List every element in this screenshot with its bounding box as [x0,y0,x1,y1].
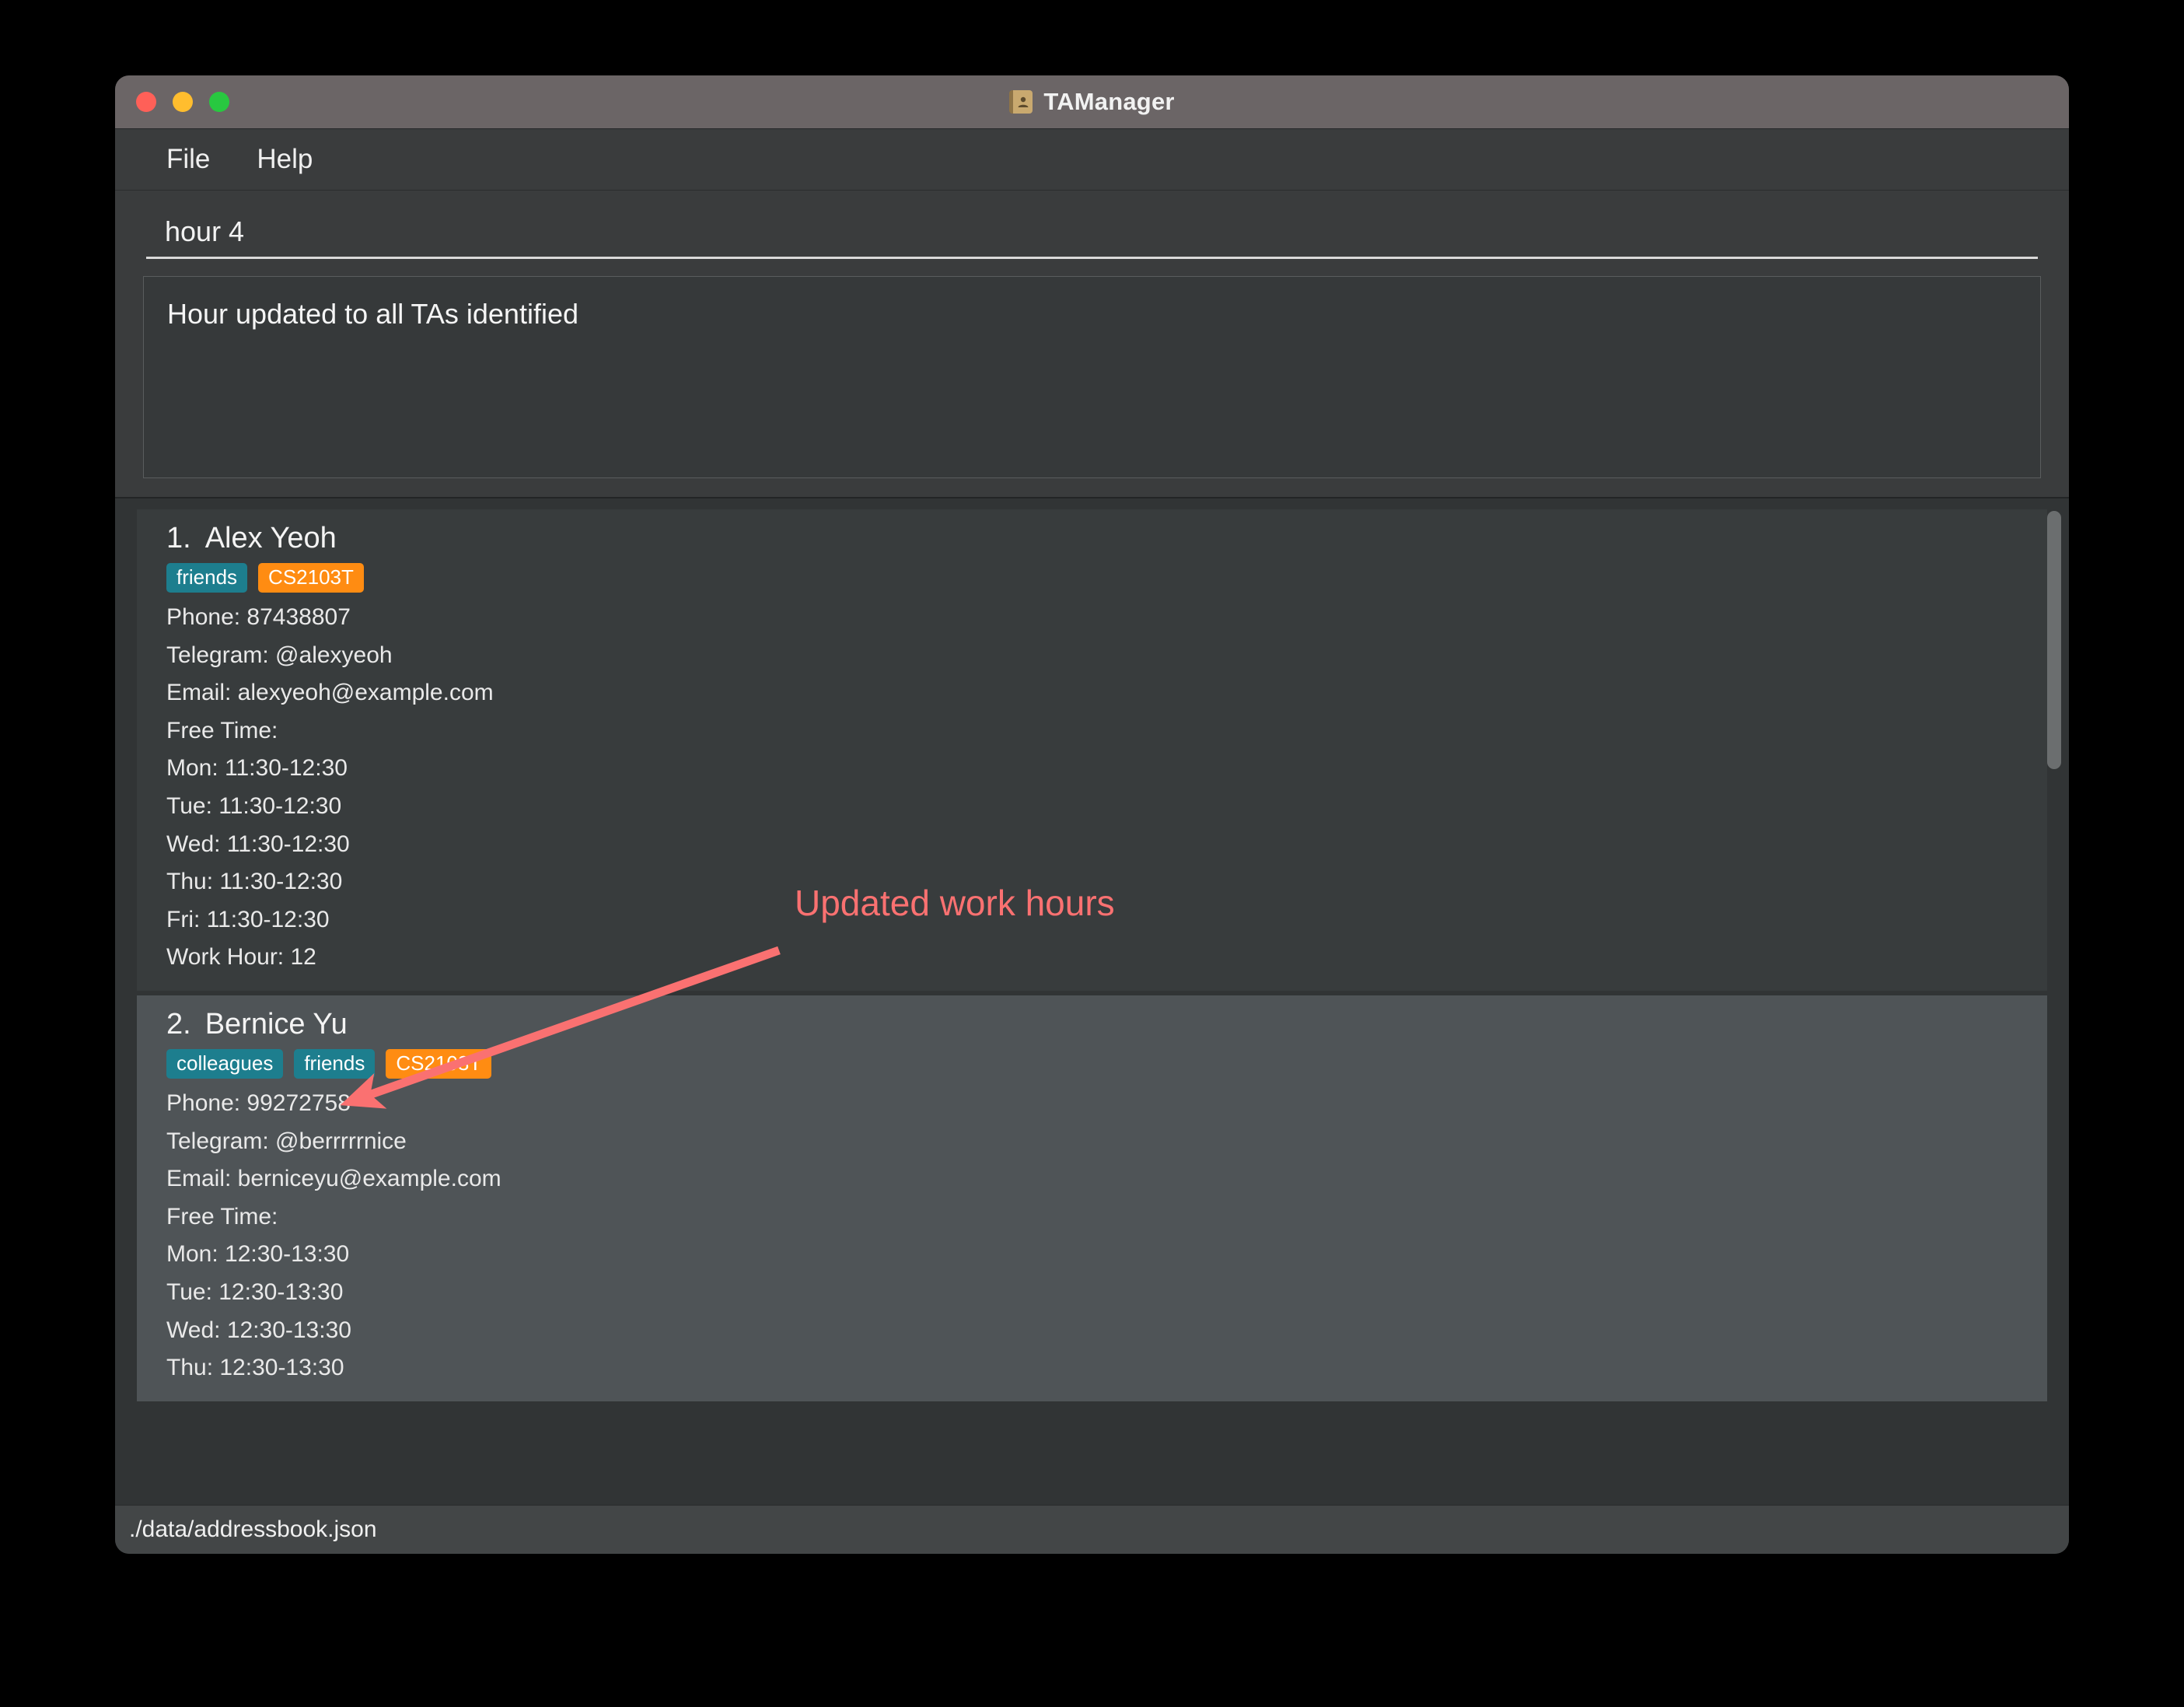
status-bar: ./data/addressbook.json [115,1505,2069,1554]
person-tags: colleagues friends CS2103T [166,1048,2047,1079]
menu-item-help[interactable]: Help [238,139,331,180]
free-time-fri: Fri: 11:30-12:30 [166,906,330,932]
result-display: Hour updated to all TAs identified [143,276,2041,478]
person-email: Email: berniceyu@example.com [166,1166,501,1192]
person-telegram: Telegram: @berrrrrnice [166,1128,407,1154]
person-telegram: Telegram: @alexyeoh [166,642,393,668]
free-time-thu: Thu: 11:30-12:30 [166,869,343,895]
free-time-tue: Tue: 12:30-13:30 [166,1279,344,1305]
scrollbar-thumb[interactable] [2047,511,2061,769]
free-time-wed: Wed: 12:30-13:30 [166,1317,351,1343]
free-time-wed: Wed: 11:30-12:30 [166,831,350,857]
tag-cs2103t: CS2103T [258,563,364,593]
window-title: TAManager [1043,88,1175,115]
free-time-thu: Thu: 12:30-13:30 [166,1355,344,1381]
free-time-label: Free Time: [166,717,278,743]
app-window: TAManager File Help hour 4 Hour updated … [115,75,2069,1554]
command-box: hour 4 [115,191,2069,259]
address-book-icon [1009,90,1033,114]
title-container: TAManager [115,88,2069,116]
free-time-label: Free Time: [166,1203,278,1230]
person-email: Email: alexyeoh@example.com [166,680,494,706]
free-time-tue: Tue: 11:30-12:30 [166,792,342,819]
result-display-wrapper: Hour updated to all TAs identified [115,259,2069,497]
person-index: 1. [166,522,191,554]
title-bar: TAManager [115,75,2069,129]
person-list-panel: 1. Alex Yeoh friends CS2103T Phone: 8743… [115,497,2069,1505]
person-name-row: 2. Bernice Yu [166,1008,2047,1041]
maximize-button[interactable] [209,92,229,112]
free-time-mon: Mon: 12:30-13:30 [166,1241,350,1268]
close-button[interactable] [136,92,156,112]
person-list[interactable]: 1. Alex Yeoh friends CS2103T Phone: 8743… [137,509,2047,1505]
window-controls [136,75,229,128]
menu-item-file[interactable]: File [148,139,229,180]
tag-friends: friends [294,1048,376,1079]
save-location-path: ./data/addressbook.json [129,1516,377,1542]
person-name: Alex Yeoh [204,522,337,554]
person-list-scrollbar[interactable] [2044,511,2064,1499]
tag-colleagues: colleagues [166,1048,284,1079]
menu-bar: File Help [115,129,2069,191]
free-time-mon: Mon: 11:30-12:30 [166,755,348,782]
person-phone: Phone: 87438807 [166,604,351,630]
person-card[interactable]: 1. Alex Yeoh friends CS2103T Phone: 8743… [137,509,2047,991]
person-name-row: 1. Alex Yeoh [166,522,2047,555]
person-index: 2. [166,1007,191,1041]
minimize-button[interactable] [173,92,193,112]
person-card[interactable]: 2. Bernice Yu colleagues friends CS2103T… [137,995,2047,1401]
tag-cs2103t: CS2103T [386,1048,492,1079]
command-input[interactable]: hour 4 [165,218,2038,246]
result-message: Hour updated to all TAs identified [167,298,578,330]
person-name: Bernice Yu [204,1007,348,1041]
command-input-underline: hour 4 [146,218,2038,259]
person-work-hour: Work Hour: 12 [166,944,316,971]
person-tags: friends CS2103T [166,563,2047,593]
person-phone: Phone: 99272758 [166,1090,351,1116]
tag-friends: friends [166,563,248,593]
